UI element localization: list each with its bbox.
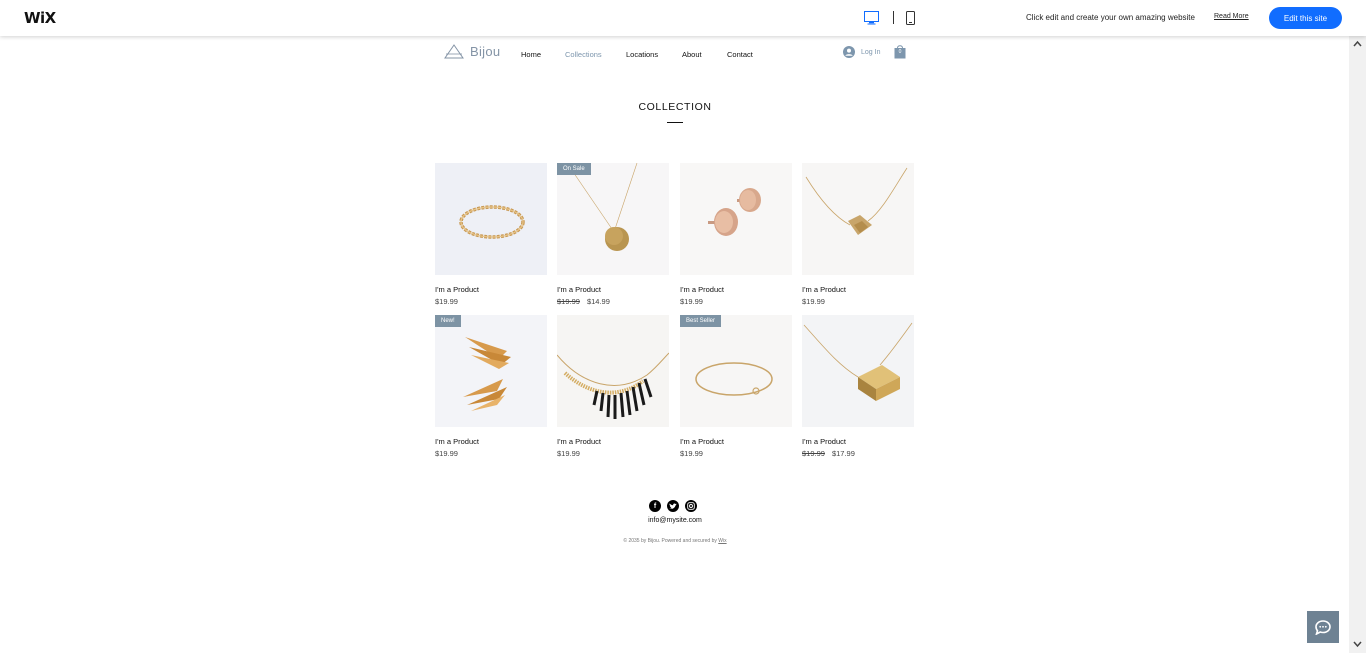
- product-card[interactable]: I'm a Product $19.99: [802, 163, 914, 307]
- ring-image: [459, 205, 525, 239]
- wix-logo[interactable]: WiX: [24, 9, 56, 27]
- instagram-glyph: [687, 502, 695, 510]
- product-card[interactable]: I'm a Product $19.99: [435, 163, 547, 307]
- product-price-original: $19.99: [802, 449, 825, 458]
- best-seller-badge: Best Seller: [680, 315, 722, 327]
- product-price: $19.99: [435, 297, 547, 307]
- wix-top-bar: WiX Click edit and create your own amazi…: [0, 0, 1366, 36]
- promo-text: Click edit and create your own amazing w…: [1026, 13, 1195, 22]
- fringe-necklace-image: [557, 352, 669, 419]
- read-more-link[interactable]: Read More: [1214, 13, 1249, 20]
- product-image-ring[interactable]: [435, 163, 547, 275]
- product-price: $19.99: [802, 297, 914, 307]
- product-name[interactable]: I'm a Product: [680, 285, 792, 295]
- site-logo-text: Bijou: [470, 44, 501, 59]
- product-name[interactable]: I'm a Product: [680, 437, 792, 447]
- footer-email[interactable]: info@mysite.com: [575, 517, 775, 524]
- product-price: $19.99: [435, 449, 547, 459]
- new-badge: New!: [435, 315, 461, 327]
- scrollbar[interactable]: [1349, 36, 1366, 653]
- footer-copyright: © 2035 by Bijou. Powered and secured by …: [560, 538, 790, 544]
- product-card[interactable]: On Sale I'm a Product $19.99 $14.99: [557, 163, 669, 307]
- nav-collections[interactable]: Collections: [565, 50, 602, 59]
- product-name[interactable]: I'm a Product: [802, 437, 914, 447]
- twitter-icon[interactable]: [667, 500, 679, 512]
- pendant-necklace-image: [566, 163, 638, 251]
- nav-home[interactable]: Home: [521, 50, 541, 59]
- nav-contact[interactable]: Contact: [727, 50, 753, 59]
- earrings-image: [708, 188, 761, 236]
- social-links: f: [649, 500, 697, 512]
- on-sale-badge: On Sale: [557, 163, 591, 175]
- cart-button[interactable]: 0: [894, 44, 906, 59]
- product-price-current: $19.99: [557, 449, 580, 458]
- product-image-cube-necklace[interactable]: [802, 315, 914, 427]
- product-image-bangle[interactable]: Best Seller: [680, 315, 792, 427]
- product-price: $19.99: [680, 449, 792, 459]
- product-card[interactable]: I'm a Product $19.99 $17.99: [802, 315, 914, 459]
- instagram-icon[interactable]: [685, 500, 697, 512]
- product-card[interactable]: I'm a Product $19.99: [680, 163, 792, 307]
- bar-necklace-image: [805, 167, 908, 235]
- product-price-current: $14.99: [586, 297, 610, 306]
- product-image-pendant[interactable]: On Sale: [557, 163, 669, 275]
- facebook-icon[interactable]: f: [649, 500, 661, 512]
- nav-locations[interactable]: Locations: [626, 50, 658, 59]
- mobile-view-icon[interactable]: [905, 11, 916, 25]
- product-image-bar-necklace[interactable]: [802, 163, 914, 275]
- user-avatar-icon: [843, 46, 855, 58]
- product-price: $19.99: [680, 297, 792, 307]
- title-divider: [667, 122, 683, 123]
- cube-necklace-image: [803, 322, 913, 401]
- scroll-down-icon[interactable]: [1353, 640, 1362, 648]
- product-price-current: $17.99: [831, 449, 855, 458]
- product-price-current: $19.99: [802, 297, 825, 306]
- bangle-image: [695, 362, 773, 396]
- page-title: COLLECTION: [638, 101, 712, 113]
- login-button[interactable]: Log In: [843, 46, 880, 58]
- device-separator: [893, 11, 894, 24]
- scroll-up-icon[interactable]: [1353, 40, 1362, 48]
- wix-link[interactable]: Wix: [718, 538, 726, 544]
- product-price-current: $19.99: [680, 297, 703, 306]
- product-price-current: $19.99: [435, 449, 458, 458]
- product-card[interactable]: New! I'm a Product $19.99: [435, 315, 547, 459]
- chat-button[interactable]: [1307, 611, 1339, 643]
- product-name[interactable]: I'm a Product: [802, 285, 914, 295]
- twitter-bird-glyph: [669, 503, 677, 509]
- product-name[interactable]: I'm a Product: [557, 437, 669, 447]
- product-image-fringe-necklace[interactable]: [557, 315, 669, 427]
- copyright-text: © 2035 by Bijou. Powered and secured by: [623, 538, 717, 544]
- cart-count: 0: [898, 49, 902, 55]
- product-card[interactable]: I'm a Product $19.99: [557, 315, 669, 459]
- product-name[interactable]: I'm a Product: [435, 437, 547, 447]
- product-price: $19.99 $17.99: [802, 449, 914, 459]
- product-price: $19.99 $14.99: [557, 297, 669, 307]
- product-price-current: $19.99: [680, 449, 703, 458]
- site-logo[interactable]: Bijou: [444, 44, 500, 59]
- product-price: $19.99: [557, 449, 669, 459]
- product-card[interactable]: Best Seller I'm a Product $19.99: [680, 315, 792, 459]
- product-name[interactable]: I'm a Product: [557, 285, 669, 295]
- chat-bubble-icon: [1315, 619, 1331, 635]
- login-label: Log In: [861, 48, 881, 56]
- product-price-original: $19.99: [557, 297, 580, 306]
- triangle-logo-icon: [444, 44, 464, 59]
- nav-about[interactable]: About: [682, 50, 702, 59]
- product-image-spike-earrings[interactable]: New!: [435, 315, 547, 427]
- product-name[interactable]: I'm a Product: [435, 285, 547, 295]
- spike-earrings-image: [463, 337, 511, 411]
- product-image-earrings[interactable]: [680, 163, 792, 275]
- edit-site-button[interactable]: Edit this site: [1269, 7, 1342, 29]
- desktop-view-icon[interactable]: [864, 11, 879, 25]
- product-price-current: $19.99: [435, 297, 458, 306]
